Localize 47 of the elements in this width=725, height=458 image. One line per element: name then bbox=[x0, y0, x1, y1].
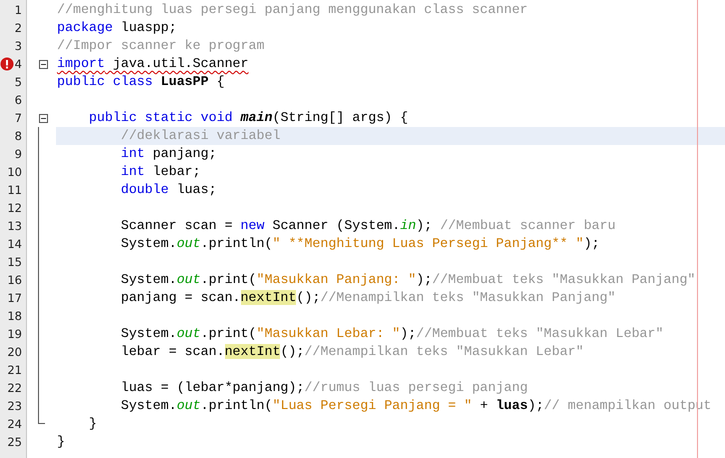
code-line: //menghitung luas persegi panjang menggunakan class scanner bbox=[56, 1, 529, 19]
line-number: 23 bbox=[7, 399, 22, 413]
collapse-icon[interactable] bbox=[38, 60, 48, 68]
code-line: } bbox=[88, 415, 98, 433]
line-number: 2 bbox=[14, 21, 22, 35]
code-line: System.out.print("Masukkan Panjang: ");//Membuat teks "Masukkan Panjang" bbox=[120, 271, 696, 289]
line-number: 17 bbox=[7, 291, 22, 305]
line-number: 4 bbox=[14, 57, 22, 71]
code-line: public class LuasPP { bbox=[56, 73, 226, 91]
line-number: 3 bbox=[14, 39, 22, 53]
line-number: 13 bbox=[7, 219, 22, 233]
line-number: 24 bbox=[7, 417, 22, 431]
code-line: } bbox=[56, 433, 66, 451]
line-number: 18 bbox=[7, 309, 22, 323]
code-line: System.out.print("Masukkan Lebar: ");//Membuat teks "Masukkan Lebar" bbox=[120, 325, 664, 343]
error-icon[interactable] bbox=[0, 57, 14, 71]
line-number: 11 bbox=[7, 183, 22, 197]
line-number: 25 bbox=[7, 435, 22, 449]
line-number: 16 bbox=[7, 273, 22, 287]
line-number: 22 bbox=[7, 381, 22, 395]
code-line: public static void main(String[] args) { bbox=[88, 109, 410, 127]
line-number: 1 bbox=[14, 3, 22, 17]
line-number: 14 bbox=[7, 237, 22, 251]
code-line: panjang = scan.nextInt();//Menampilkan teks "Masukkan Panjang" bbox=[120, 289, 617, 307]
code-line: luas = (lebar*panjang);//rumus luas persegi panjang bbox=[120, 379, 529, 397]
code-line: System.out.println(" **Menghitung Luas Persegi Panjang** "); bbox=[120, 235, 601, 253]
line-number: 8 bbox=[14, 129, 22, 143]
code-line: lebar = scan.nextInt();//Menampilkan teks "Masukkan Lebar" bbox=[120, 343, 585, 361]
collapse-icon[interactable] bbox=[38, 114, 48, 122]
code-line: int panjang; bbox=[120, 145, 218, 163]
code-line: import java.util.Scanner bbox=[56, 55, 250, 73]
code-line: double luas; bbox=[120, 181, 218, 199]
line-number: 7 bbox=[14, 111, 22, 125]
line-number: 19 bbox=[7, 327, 22, 341]
code-editor[interactable] bbox=[0, 0, 725, 458]
line-number: 5 bbox=[14, 75, 22, 89]
line-number: 20 bbox=[7, 345, 22, 359]
code-line: //Impor scanner ke program bbox=[56, 37, 266, 55]
line-number: 9 bbox=[14, 147, 22, 161]
line-number: 12 bbox=[7, 201, 22, 215]
line-number: 6 bbox=[14, 93, 22, 107]
line-number: 21 bbox=[7, 363, 22, 377]
code-line: Scanner scan = new Scanner (System.in); //Membuat scanner baru bbox=[120, 217, 617, 235]
line-number: 15 bbox=[7, 255, 22, 269]
code-line: int lebar; bbox=[120, 163, 202, 181]
line-number: 10 bbox=[7, 165, 22, 179]
code-line: package luaspp; bbox=[56, 19, 178, 37]
